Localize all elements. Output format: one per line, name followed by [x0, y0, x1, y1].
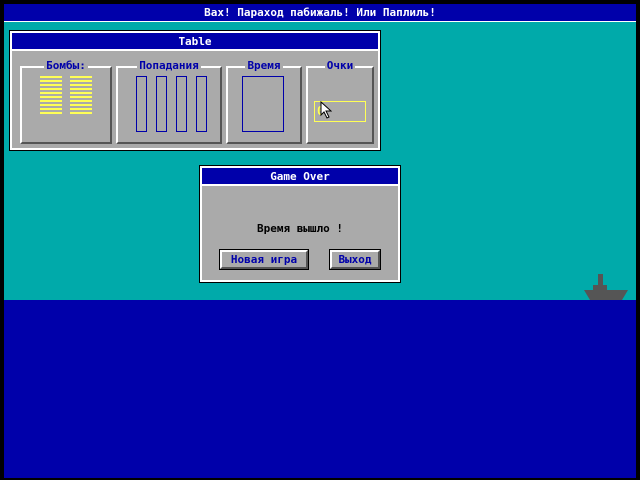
- table-window: Table Бомбы: Попадания Время Очки 0: [9, 30, 381, 151]
- bomb-indicator: [70, 88, 92, 90]
- hits-label: Попадания: [137, 59, 201, 72]
- bomb-indicator: [40, 104, 62, 106]
- bomb-indicator: [70, 84, 92, 86]
- bombs-label: Бомбы:: [44, 59, 88, 72]
- hit-slot: [196, 76, 207, 132]
- time-label: Время: [245, 59, 283, 72]
- bomb-indicator: [70, 80, 92, 82]
- time-group: Время: [226, 59, 302, 144]
- game-over-dialog: Game Over Время вышло ! Новая игра Выход: [199, 165, 401, 283]
- bomb-indicator: [40, 80, 62, 82]
- bomb-indicator: [70, 112, 92, 114]
- bomb-indicator: [40, 76, 62, 78]
- bomb-indicator: [40, 96, 62, 98]
- time-gauge: [242, 76, 284, 132]
- sea: [4, 300, 636, 478]
- dialog-message: Время вышло !: [256, 222, 344, 235]
- mouse-pointer-icon: [320, 101, 332, 119]
- exit-button[interactable]: Выход: [329, 249, 381, 270]
- hits-group: Попадания: [116, 59, 222, 144]
- hit-slot: [176, 76, 187, 132]
- score-group: Очки 0: [306, 59, 374, 144]
- bombs-column-right: [70, 76, 92, 126]
- bomb-indicator: [40, 108, 62, 110]
- bomb-indicator: [70, 108, 92, 110]
- bomb-indicator: [40, 112, 62, 114]
- dialog-title: Game Over: [202, 168, 398, 186]
- bomb-indicator: [40, 100, 62, 102]
- bomb-indicator: [70, 76, 92, 78]
- new-game-button[interactable]: Новая игра: [219, 249, 309, 270]
- bombs-column-left: [40, 76, 62, 126]
- bomb-indicator: [70, 92, 92, 94]
- ship-icon: [584, 274, 628, 300]
- table-window-title: Table: [12, 33, 378, 51]
- hit-slot: [156, 76, 167, 132]
- bomb-indicator: [70, 104, 92, 106]
- hit-slot: [136, 76, 147, 132]
- bomb-indicator: [40, 84, 62, 86]
- score-label: Очки: [324, 59, 356, 72]
- bomb-indicator: [40, 88, 62, 90]
- bombs-group: Бомбы:: [20, 59, 112, 144]
- game-screen: Вах! Параход пабижаль! Или Паплиль! Tabl…: [4, 4, 636, 478]
- app-title: Вах! Параход пабижаль! Или Паплиль!: [4, 4, 636, 22]
- bomb-indicator: [70, 100, 92, 102]
- bomb-indicator: [70, 96, 92, 98]
- bomb-indicator: [40, 92, 62, 94]
